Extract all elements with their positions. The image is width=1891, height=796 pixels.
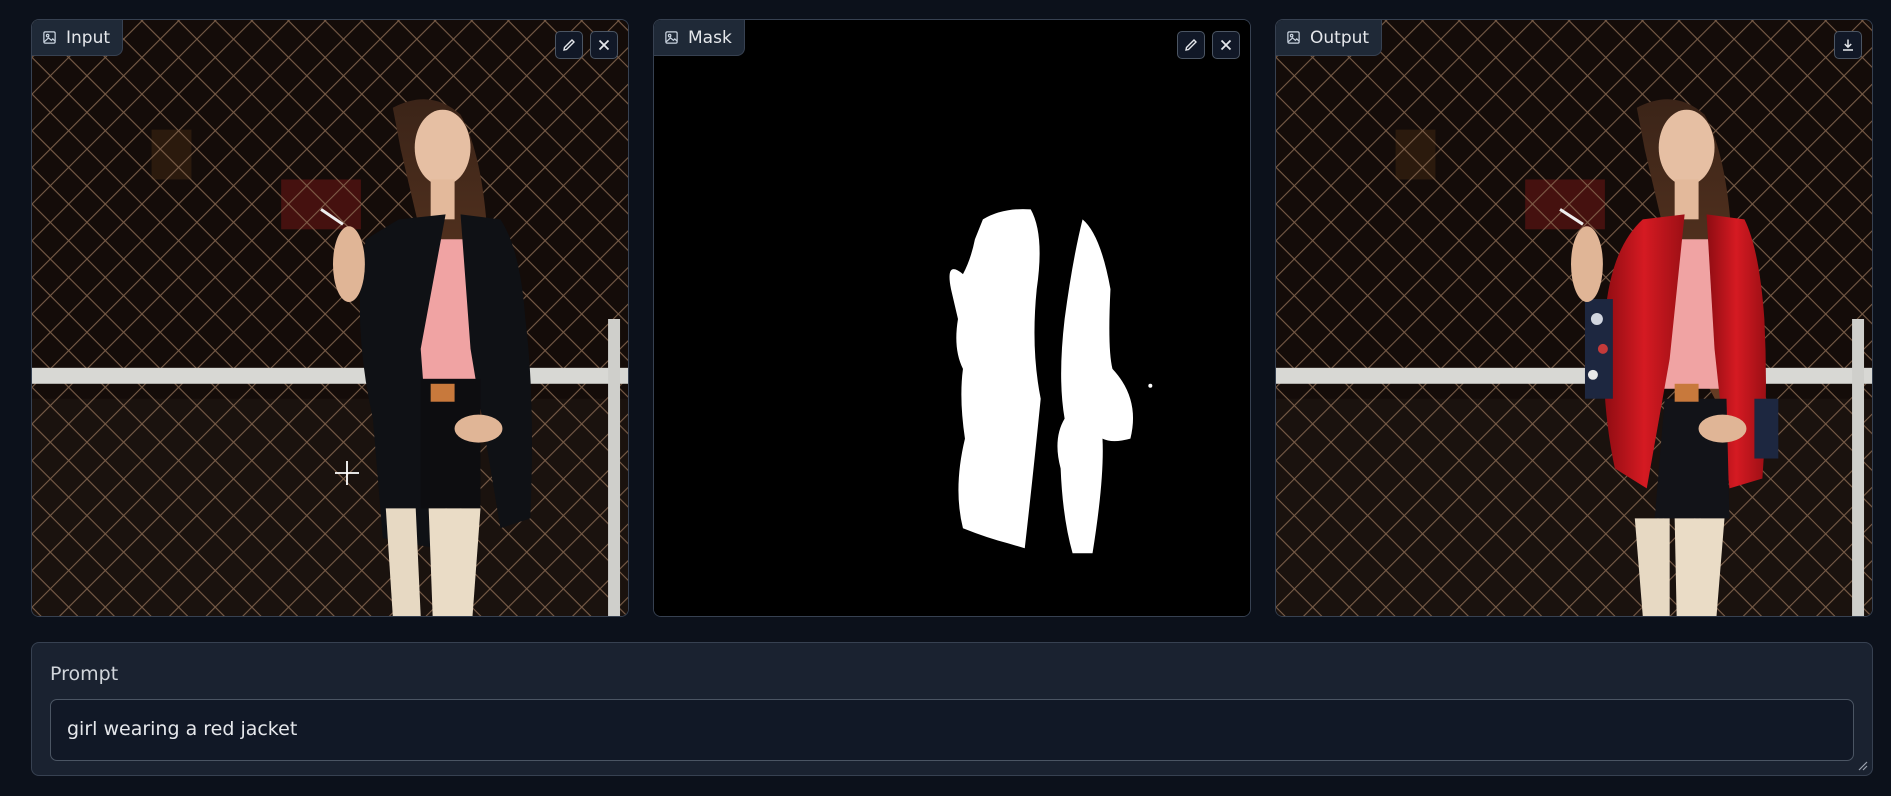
edit-button[interactable] [555, 31, 583, 59]
output-label-text: Output [1310, 27, 1370, 48]
mask-image-panel[interactable]: Mask [653, 19, 1251, 617]
crosshair-cursor-icon [335, 461, 359, 485]
output-panel-label: Output [1276, 20, 1383, 56]
output-image-panel[interactable]: Output [1275, 19, 1873, 617]
output-image [1276, 20, 1872, 616]
mask-panel-label: Mask [654, 20, 745, 56]
prompt-input[interactable]: girl wearing a red jacket [50, 699, 1854, 761]
prompt-label: Prompt [50, 663, 119, 685]
resize-grip-icon[interactable] [1856, 759, 1868, 771]
edit-icon [563, 39, 575, 51]
close-button[interactable] [590, 31, 618, 59]
input-image-panel[interactable]: Input [31, 19, 629, 617]
image-icon [665, 31, 678, 44]
edit-icon [1185, 39, 1197, 51]
close-icon [598, 39, 610, 51]
edit-button[interactable] [1177, 31, 1205, 59]
mask-label-text: Mask [688, 27, 732, 48]
input-panel-label: Input [32, 20, 124, 56]
input-image [32, 20, 628, 616]
input-label-text: Input [66, 27, 111, 48]
image-icon [43, 31, 56, 44]
close-button[interactable] [1212, 31, 1240, 59]
prompt-container: Prompt girl wearing a red jacket [31, 642, 1873, 776]
download-button[interactable] [1834, 31, 1862, 59]
mask-image [654, 20, 1250, 616]
close-icon [1220, 39, 1232, 51]
image-icon [1287, 31, 1300, 44]
download-icon [1843, 39, 1853, 51]
